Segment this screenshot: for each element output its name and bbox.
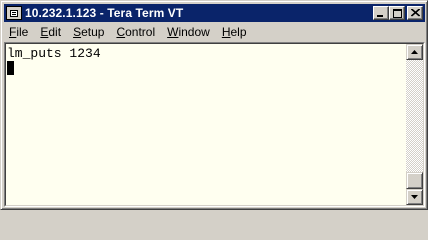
menu-window[interactable]: Window xyxy=(161,23,216,41)
minimize-icon xyxy=(377,15,383,17)
text-cursor xyxy=(7,61,14,75)
menu-edit[interactable]: Edit xyxy=(34,23,67,41)
menu-help[interactable]: Help xyxy=(216,23,253,41)
terminal-frame: lm_puts 1234 xyxy=(4,42,425,207)
scroll-up-button[interactable] xyxy=(406,44,423,60)
menu-control[interactable]: Control xyxy=(110,23,161,41)
vertical-scrollbar[interactable] xyxy=(406,44,423,205)
menu-setup-label: etup xyxy=(81,25,105,39)
minimize-button[interactable] xyxy=(373,6,389,20)
teraterm-window: 10.232.1.123 - Tera Term VT File Edit Se… xyxy=(0,0,428,210)
menu-window-label: indow xyxy=(178,25,210,39)
terminal-screen[interactable]: lm_puts 1234 xyxy=(6,44,406,205)
menu-file-label: ile xyxy=(16,25,29,39)
terminal-line: lm_puts 1234 xyxy=(7,46,101,61)
menu-bar: File Edit Setup Control Window Help xyxy=(4,23,425,41)
menu-control-mnemonic: C xyxy=(116,25,126,39)
title-bar[interactable]: 10.232.1.123 - Tera Term VT xyxy=(4,4,425,22)
teraterm-app-icon[interactable] xyxy=(6,6,22,20)
menu-file[interactable]: File xyxy=(4,23,34,41)
menu-edit-label: dit xyxy=(48,25,62,39)
scroll-down-button[interactable] xyxy=(406,189,423,205)
menu-setup-mnemonic: S xyxy=(73,25,82,39)
scroll-down-arrow-icon xyxy=(411,195,418,199)
maximize-button[interactable] xyxy=(389,6,405,20)
menu-control-label: ontrol xyxy=(125,25,156,39)
menu-window-mnemonic: W xyxy=(167,25,179,39)
scroll-up-arrow-icon xyxy=(411,50,418,54)
menu-help-mnemonic: H xyxy=(221,25,231,39)
close-button[interactable] xyxy=(407,6,423,20)
close-icon xyxy=(411,9,420,17)
menu-setup[interactable]: Setup xyxy=(67,23,110,41)
maximize-icon xyxy=(393,9,402,18)
scroll-thumb[interactable] xyxy=(406,172,423,189)
terminal-inner-border: lm_puts 1234 xyxy=(5,43,424,206)
title-buttons xyxy=(373,6,423,20)
terminal-cursor-line xyxy=(7,61,406,75)
window-title: 10.232.1.123 - Tera Term VT xyxy=(25,6,184,20)
menu-help-label: elp xyxy=(230,25,247,39)
